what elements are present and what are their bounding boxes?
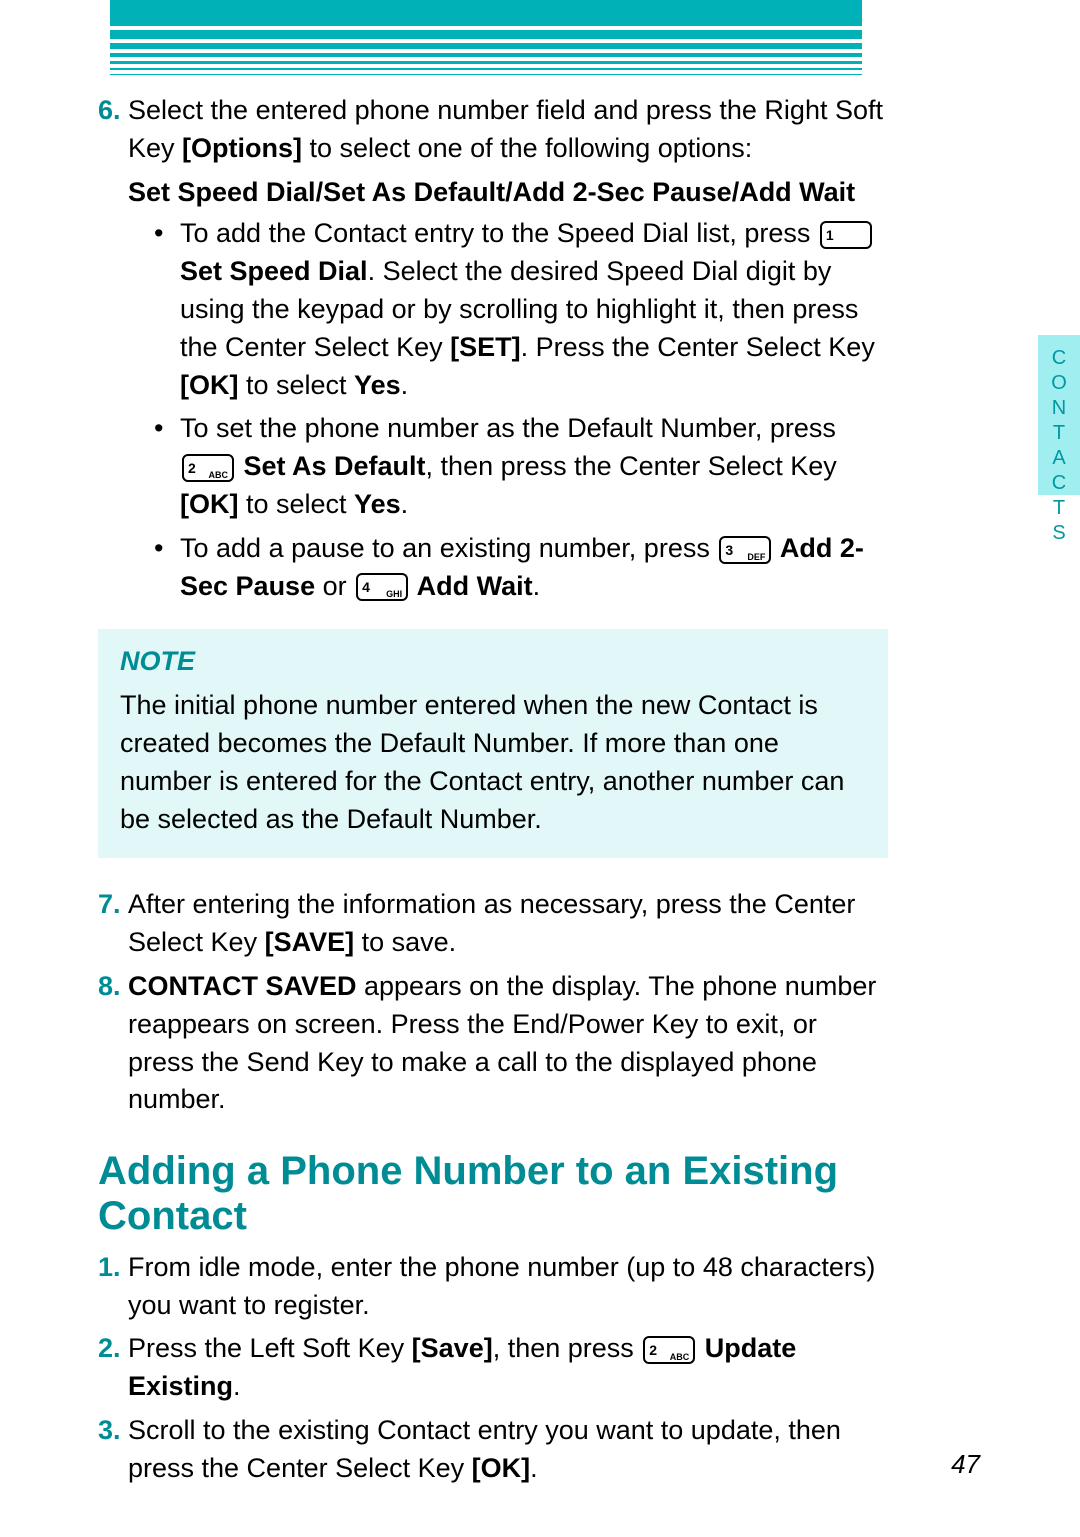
page-number: 47 <box>951 1446 980 1482</box>
step-body: Select the entered phone number field an… <box>128 92 888 168</box>
text: To set the phone number as the Default N… <box>180 413 836 443</box>
label-set-as-default: Set As Default <box>236 451 426 481</box>
text: , then press <box>493 1333 642 1363</box>
text: Press the Left Soft Key <box>128 1333 412 1363</box>
label-yes: Yes <box>354 370 401 400</box>
text: to select <box>238 489 354 519</box>
label-yes: Yes <box>354 489 401 519</box>
text: . <box>401 370 409 400</box>
header-decoration <box>110 0 862 82</box>
key-3-icon: 3DEF <box>719 536 771 564</box>
page-content: 6. Select the entered phone number field… <box>98 92 888 1494</box>
step-8: 8. CONTACT SAVED appears on the display.… <box>98 968 888 1119</box>
step-body: Scroll to the existing Contact entry you… <box>128 1412 888 1488</box>
key-save: [SAVE] <box>265 927 355 957</box>
key-2-icon: 2ABC <box>182 454 234 482</box>
step-6: 6. Select the entered phone number field… <box>98 92 888 168</box>
label-set-speed-dial: Set Speed Dial <box>180 256 368 286</box>
step-number: 6. <box>98 92 128 168</box>
step-body: Press the Left Soft Key [Save], then pre… <box>128 1330 888 1406</box>
options-key-label: [Options] <box>182 133 302 163</box>
bullet-add-pause: To add a pause to an existing number, pr… <box>154 530 888 606</box>
step-number: 3. <box>98 1412 128 1488</box>
s2-step-1: 1. From idle mode, enter the phone numbe… <box>98 1249 888 1325</box>
step-number: 8. <box>98 968 128 1119</box>
step-body: CONTACT SAVED appears on the display. Th… <box>128 968 888 1119</box>
text: . <box>233 1371 241 1401</box>
step-7: 7. After entering the information as nec… <box>98 886 888 962</box>
heading-adding-phone-number: Adding a Phone Number to an Existing Con… <box>98 1149 888 1239</box>
text: From idle mode, enter the phone number (… <box>128 1252 875 1320</box>
key-ok: [OK] <box>472 1453 530 1483</box>
text: To add the Contact entry to the Speed Di… <box>180 218 818 248</box>
text: . <box>533 571 541 601</box>
key-2-icon: 2ABC <box>643 1336 695 1364</box>
note-body: The initial phone number entered when th… <box>120 687 866 838</box>
key-save: [Save] <box>412 1333 493 1363</box>
text: . <box>530 1453 538 1483</box>
note-title: NOTE <box>120 643 866 681</box>
text: , then press the Center Select Key <box>426 451 837 481</box>
key-4-icon: 4GHI <box>356 573 408 601</box>
text: to select one of the following options: <box>302 133 752 163</box>
side-tab-contacts: CONTACTS <box>1038 335 1080 495</box>
key-1-icon: 1 <box>820 221 872 249</box>
text: or <box>315 571 354 601</box>
key-ok: [OK] <box>180 370 238 400</box>
note-box: NOTE The initial phone number entered wh… <box>98 629 888 858</box>
text: After entering the information as necess… <box>128 889 855 957</box>
step-body: After entering the information as necess… <box>128 886 888 962</box>
text: To add a pause to an existing number, pr… <box>180 533 717 563</box>
label-add-wait: Add Wait <box>410 571 532 601</box>
step-number: 1. <box>98 1249 128 1325</box>
s2-step-2: 2. Press the Left Soft Key [Save], then … <box>98 1330 888 1406</box>
step-6-bullets: To add the Contact entry to the Speed Di… <box>154 215 888 605</box>
step-body: From idle mode, enter the phone number (… <box>128 1249 888 1325</box>
bullet-set-as-default: To set the phone number as the Default N… <box>154 410 888 523</box>
bullet-set-speed-dial: To add the Contact entry to the Speed Di… <box>154 215 888 404</box>
key-ok: [OK] <box>180 489 238 519</box>
text: to select <box>238 370 354 400</box>
text: . Press the Center Select Key <box>521 332 875 362</box>
step-6-options-list: Set Speed Dial/Set As Default/Add 2-Sec … <box>128 174 888 212</box>
s2-step-3: 3. Scroll to the existing Contact entry … <box>98 1412 888 1488</box>
step-number: 7. <box>98 886 128 962</box>
step-number: 2. <box>98 1330 128 1406</box>
text: to save. <box>354 927 456 957</box>
text: . <box>401 489 409 519</box>
key-set: [SET] <box>450 332 521 362</box>
label-contact-saved: CONTACT SAVED <box>128 971 357 1001</box>
